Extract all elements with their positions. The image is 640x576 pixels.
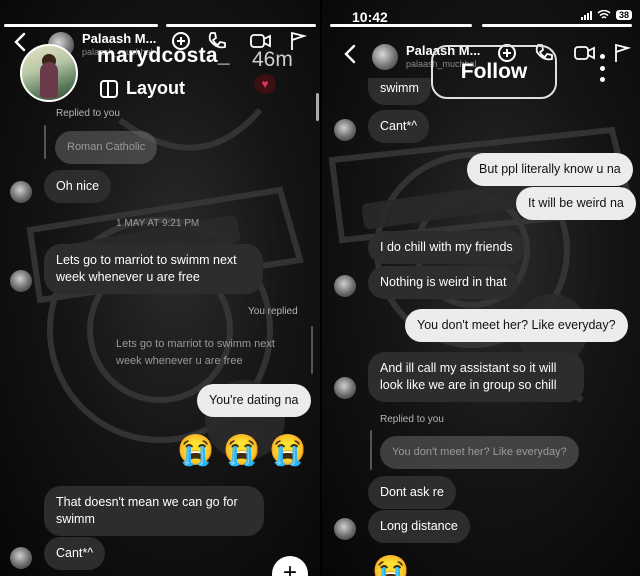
story-progress-segment [166, 24, 316, 27]
story-layout[interactable]: Layout [100, 78, 185, 99]
story-avatar[interactable] [20, 44, 78, 102]
heart-reaction-icon[interactable]: ♥ [254, 74, 276, 94]
crying-emoji[interactable]: 😭 [223, 433, 260, 469]
replied-label: Replied to you [380, 414, 444, 425]
story-layout-label: Layout [126, 78, 186, 98]
story-progress-bars [322, 24, 640, 27]
story-progress-bars [0, 24, 320, 27]
crying-emoji[interactable]: 😭 [372, 554, 409, 576]
follow-button[interactable]: Follow [431, 45, 557, 99]
quote-bar [311, 326, 313, 374]
message-bubble[interactable]: It will be weird na [516, 187, 636, 220]
message-bubble[interactable]: Long distance [368, 510, 470, 543]
sender-avatar[interactable] [334, 518, 356, 540]
left-chat-panel: Palaash M... palaash_muchhal marydcosta_… [0, 0, 320, 576]
story-progress-segment [330, 24, 472, 27]
message-bubble[interactable]: And ill call my assistant so it will loo… [368, 352, 584, 402]
contact-avatar[interactable] [372, 44, 398, 70]
layout-icon [100, 79, 118, 98]
battery-icon: 38 [615, 10, 632, 20]
sender-avatar[interactable] [334, 119, 356, 141]
flag-icon[interactable] [612, 42, 634, 64]
story-progress-segment [4, 24, 158, 27]
more-options-icon[interactable] [599, 54, 605, 82]
sender-avatar[interactable] [10, 270, 32, 292]
message-bubble[interactable]: Nothing is weird in that [368, 266, 519, 299]
quoted-message[interactable]: Lets go to marriot to swimm next week wh… [104, 328, 302, 378]
status-icons: 38 [580, 10, 632, 20]
message-bubble[interactable]: You don't meet her? Like everyday? [405, 309, 628, 342]
message-bubble[interactable]: Lets go to marriot to swimm next week wh… [44, 244, 263, 294]
you-replied-label: You replied [248, 306, 298, 317]
sender-avatar[interactable] [10, 181, 32, 203]
story-avatar-figure [40, 62, 58, 98]
story-username[interactable]: marydcosta_ [97, 44, 230, 68]
wifi-icon [597, 10, 611, 19]
scroll-indicator[interactable] [316, 93, 319, 121]
sender-avatar[interactable] [10, 547, 32, 569]
crying-emoji[interactable]: 😭 [269, 433, 306, 469]
message-bubble[interactable]: You're dating na [197, 384, 311, 417]
status-time: 10:42 [352, 9, 388, 25]
crying-emoji[interactable]: 😭 [177, 433, 214, 469]
right-chat-panel: 10:42 38 Palaash M... palaash_muchhal Fo… [322, 0, 640, 576]
video-icon[interactable] [573, 42, 595, 64]
quote-bar [44, 125, 46, 159]
signal-icon [580, 10, 592, 20]
replied-label: Replied to you [56, 108, 120, 119]
message-bubble[interactable]: But ppl literally know u na [467, 153, 633, 186]
message-bubble[interactable]: That doesn't mean we can go for swimm [44, 486, 264, 536]
story-age: 46m [252, 48, 293, 71]
quoted-message[interactable]: Roman Catholic [55, 131, 158, 164]
date-separator: 1 MAY AT 9:21 PM [116, 218, 200, 229]
message-bubble[interactable]: swimm [368, 78, 431, 105]
message-bubble[interactable]: Cant*^ [44, 537, 106, 570]
quoted-message[interactable]: You don't meet her? Like everyday? [380, 436, 579, 469]
sender-avatar[interactable] [334, 275, 356, 297]
message-bubble[interactable]: I do chill with my friends [368, 231, 525, 264]
back-chevron-icon[interactable] [344, 44, 356, 70]
story-progress-segment [482, 24, 632, 27]
message-bubble[interactable]: Cant*^ [368, 110, 430, 143]
quote-bar [370, 430, 372, 470]
message-bubble[interactable]: Oh nice [44, 170, 112, 203]
back-chevron-icon[interactable] [14, 32, 26, 58]
sender-avatar[interactable] [334, 377, 356, 399]
message-bubble[interactable]: Dont ask re [368, 476, 456, 509]
